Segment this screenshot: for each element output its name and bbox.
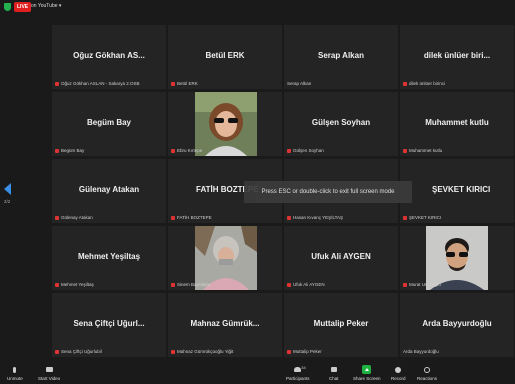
start-video-button[interactable]: Start Video xyxy=(38,365,60,381)
participant-label: dilek ünlüer birinci xyxy=(403,81,445,86)
participant-name: Mehmet Yeşiltaş xyxy=(77,252,141,261)
participant-name: Betül ERK xyxy=(205,51,245,60)
reactions-icon xyxy=(423,365,432,374)
participant-name: Muhammet kutlu xyxy=(425,118,489,127)
participant-name: Ufuk Ali AYGEN xyxy=(311,252,371,261)
participant-label: Murat Uncuoğlu xyxy=(403,282,441,287)
participant-tile[interactable]: Betül ERK Betül ERK xyxy=(168,25,282,89)
live-platform-dropdown[interactable]: on YouTube ▾ xyxy=(31,3,61,9)
participant-label: Muttalip Peker xyxy=(287,349,322,354)
participant-name: Oğuz Gökhan AS... xyxy=(73,51,145,60)
fullscreen-toast: Press ESC or double-click to exit full s… xyxy=(244,181,412,203)
participant-label: Muhammet kutlu xyxy=(403,148,442,153)
participant-video-feed xyxy=(195,92,257,156)
video-camera-icon xyxy=(45,365,54,374)
muted-mic-icon xyxy=(287,148,291,153)
top-bar: LIVE on YouTube ▾ xyxy=(0,0,515,14)
microphone-icon xyxy=(10,365,19,374)
participant-tile[interactable]: dilek ünlüer biri... dilek ünlüer birinc… xyxy=(400,25,514,89)
participant-label: Betül ERK xyxy=(171,81,198,86)
participant-label: Sena Çiftçi Uğurlubil xyxy=(55,349,102,354)
participant-tile[interactable]: Murat Uncuoğlu xyxy=(400,226,514,290)
participant-tile[interactable]: Ebru Kırtepe xyxy=(168,92,282,156)
muted-mic-icon xyxy=(55,148,59,153)
participant-name: Gülenay Atakan xyxy=(78,185,140,194)
chat-button[interactable]: Chat xyxy=(329,365,339,381)
participant-name: ŞEVKET KIRICI xyxy=(432,185,491,194)
participant-name: Begüm Bay xyxy=(86,118,131,127)
participant-tile[interactable]: ŞEVKET KIRICI ŞEVKET KIRICI xyxy=(400,159,514,223)
participants-count: 34 xyxy=(301,365,306,370)
muted-mic-icon xyxy=(55,215,59,220)
participant-label: Gülenay Atakan xyxy=(55,215,93,220)
participant-tile[interactable]: Oğuz Gökhan AS... Oğuz Gökhan ASLAN - Sa… xyxy=(52,25,166,89)
participant-label: Oğuz Gökhan ASLAN - Sakarya 2.OSB xyxy=(55,81,140,86)
participant-label: Ufuk Ali AYGEN xyxy=(287,282,325,287)
participant-name: Muttalip Peker xyxy=(313,319,369,328)
participant-tile[interactable]: Begüm Bay Begüm Bay xyxy=(52,92,166,156)
meeting-toolbar: Unmute Start Video 34 Participants Chat … xyxy=(0,363,515,384)
participant-tile[interactable]: Mahnaz Gümrük... Mahnaz Gümrükçüoğlu Yiğ… xyxy=(168,293,282,357)
muted-mic-icon xyxy=(287,215,291,220)
muted-mic-icon xyxy=(403,81,407,86)
participant-tile[interactable]: Gülşen Soyhan Gülşen Soyhan xyxy=(284,92,398,156)
participant-label: Arda Bayyurdoğlu xyxy=(403,349,439,354)
muted-mic-icon xyxy=(403,215,407,220)
security-shield-icon[interactable] xyxy=(4,3,11,11)
participant-label: Ebru Kırtepe xyxy=(171,148,202,153)
participants-icon: 34 xyxy=(293,365,306,374)
participant-label: Serap Alkan xyxy=(287,81,312,86)
participant-label: Gülşen Soyhan xyxy=(287,148,324,153)
muted-mic-icon xyxy=(171,215,175,220)
participant-tile[interactable]: Ufuk Ali AYGEN Ufuk Ali AYGEN xyxy=(284,226,398,290)
reactions-button[interactable]: Reactions xyxy=(417,365,437,381)
participant-tile[interactable]: Mehmet Yeşiltaş Mehmet Yeşiltaş xyxy=(52,226,166,290)
participant-name: Sena Çiftçi Uğurl... xyxy=(73,319,145,328)
participant-tile[interactable]: Muttalip Peker Muttalip Peker xyxy=(284,293,398,357)
participant-tile[interactable]: Gülenay Atakan Gülenay Atakan xyxy=(52,159,166,223)
participant-tile[interactable]: Sinem Bayraktar xyxy=(168,226,282,290)
participant-video-feed xyxy=(195,226,257,290)
participant-tile[interactable]: Sena Çiftçi Uğurl... Sena Çiftçi Uğurlub… xyxy=(52,293,166,357)
participant-label: Hasan Kıvanç YEŞİLTAŞ xyxy=(287,215,343,220)
muted-mic-icon xyxy=(403,282,407,287)
participant-name: Arda Bayyurdoğlu xyxy=(422,319,492,328)
participant-label: Begüm Bay xyxy=(55,148,84,153)
muted-mic-icon xyxy=(403,148,407,153)
participant-label: ŞEVKET KIRICI xyxy=(403,215,441,220)
participant-name: dilek ünlüer biri... xyxy=(423,51,491,60)
unmute-button[interactable]: Unmute xyxy=(7,365,23,381)
muted-mic-icon xyxy=(171,349,175,354)
muted-mic-icon xyxy=(287,282,291,287)
participant-label: Sinem Bayraktar xyxy=(171,282,210,287)
muted-mic-icon xyxy=(55,282,59,287)
participant-name: Mahnaz Gümrük... xyxy=(190,319,260,328)
muted-mic-icon xyxy=(287,349,291,354)
participant-label: Mehmet Yeşiltaş xyxy=(55,282,94,287)
participant-tile[interactable]: Muhammet kutlu Muhammet kutlu xyxy=(400,92,514,156)
participant-video-feed xyxy=(426,226,488,290)
chat-icon xyxy=(329,365,338,374)
participants-button[interactable]: 34 Participants xyxy=(286,365,310,381)
share-screen-icon xyxy=(362,365,372,374)
muted-mic-icon xyxy=(55,349,59,354)
prev-page-arrow-icon[interactable] xyxy=(4,183,11,195)
page-indicator: 2/2 xyxy=(4,199,11,204)
record-button[interactable]: Record xyxy=(391,365,406,381)
live-badge[interactable]: LIVE xyxy=(14,2,32,12)
participant-tile[interactable]: Arda Bayyurdoğlu Arda Bayyurdoğlu xyxy=(400,293,514,357)
share-screen-button[interactable]: Share Screen xyxy=(353,365,381,381)
participant-name: Serap Alkan xyxy=(318,51,364,60)
participant-tile[interactable]: Serap Alkan Serap Alkan xyxy=(284,25,398,89)
participant-name: Gülşen Soyhan xyxy=(311,118,371,127)
muted-mic-icon xyxy=(171,81,175,86)
participant-label: Mahnaz Gümrükçüoğlu Yiğit xyxy=(171,349,233,354)
muted-mic-icon xyxy=(171,282,175,287)
muted-mic-icon xyxy=(55,81,59,86)
record-icon xyxy=(394,365,403,374)
participant-label: FATİH BOZTEPE xyxy=(171,215,212,220)
muted-mic-icon xyxy=(171,148,175,153)
